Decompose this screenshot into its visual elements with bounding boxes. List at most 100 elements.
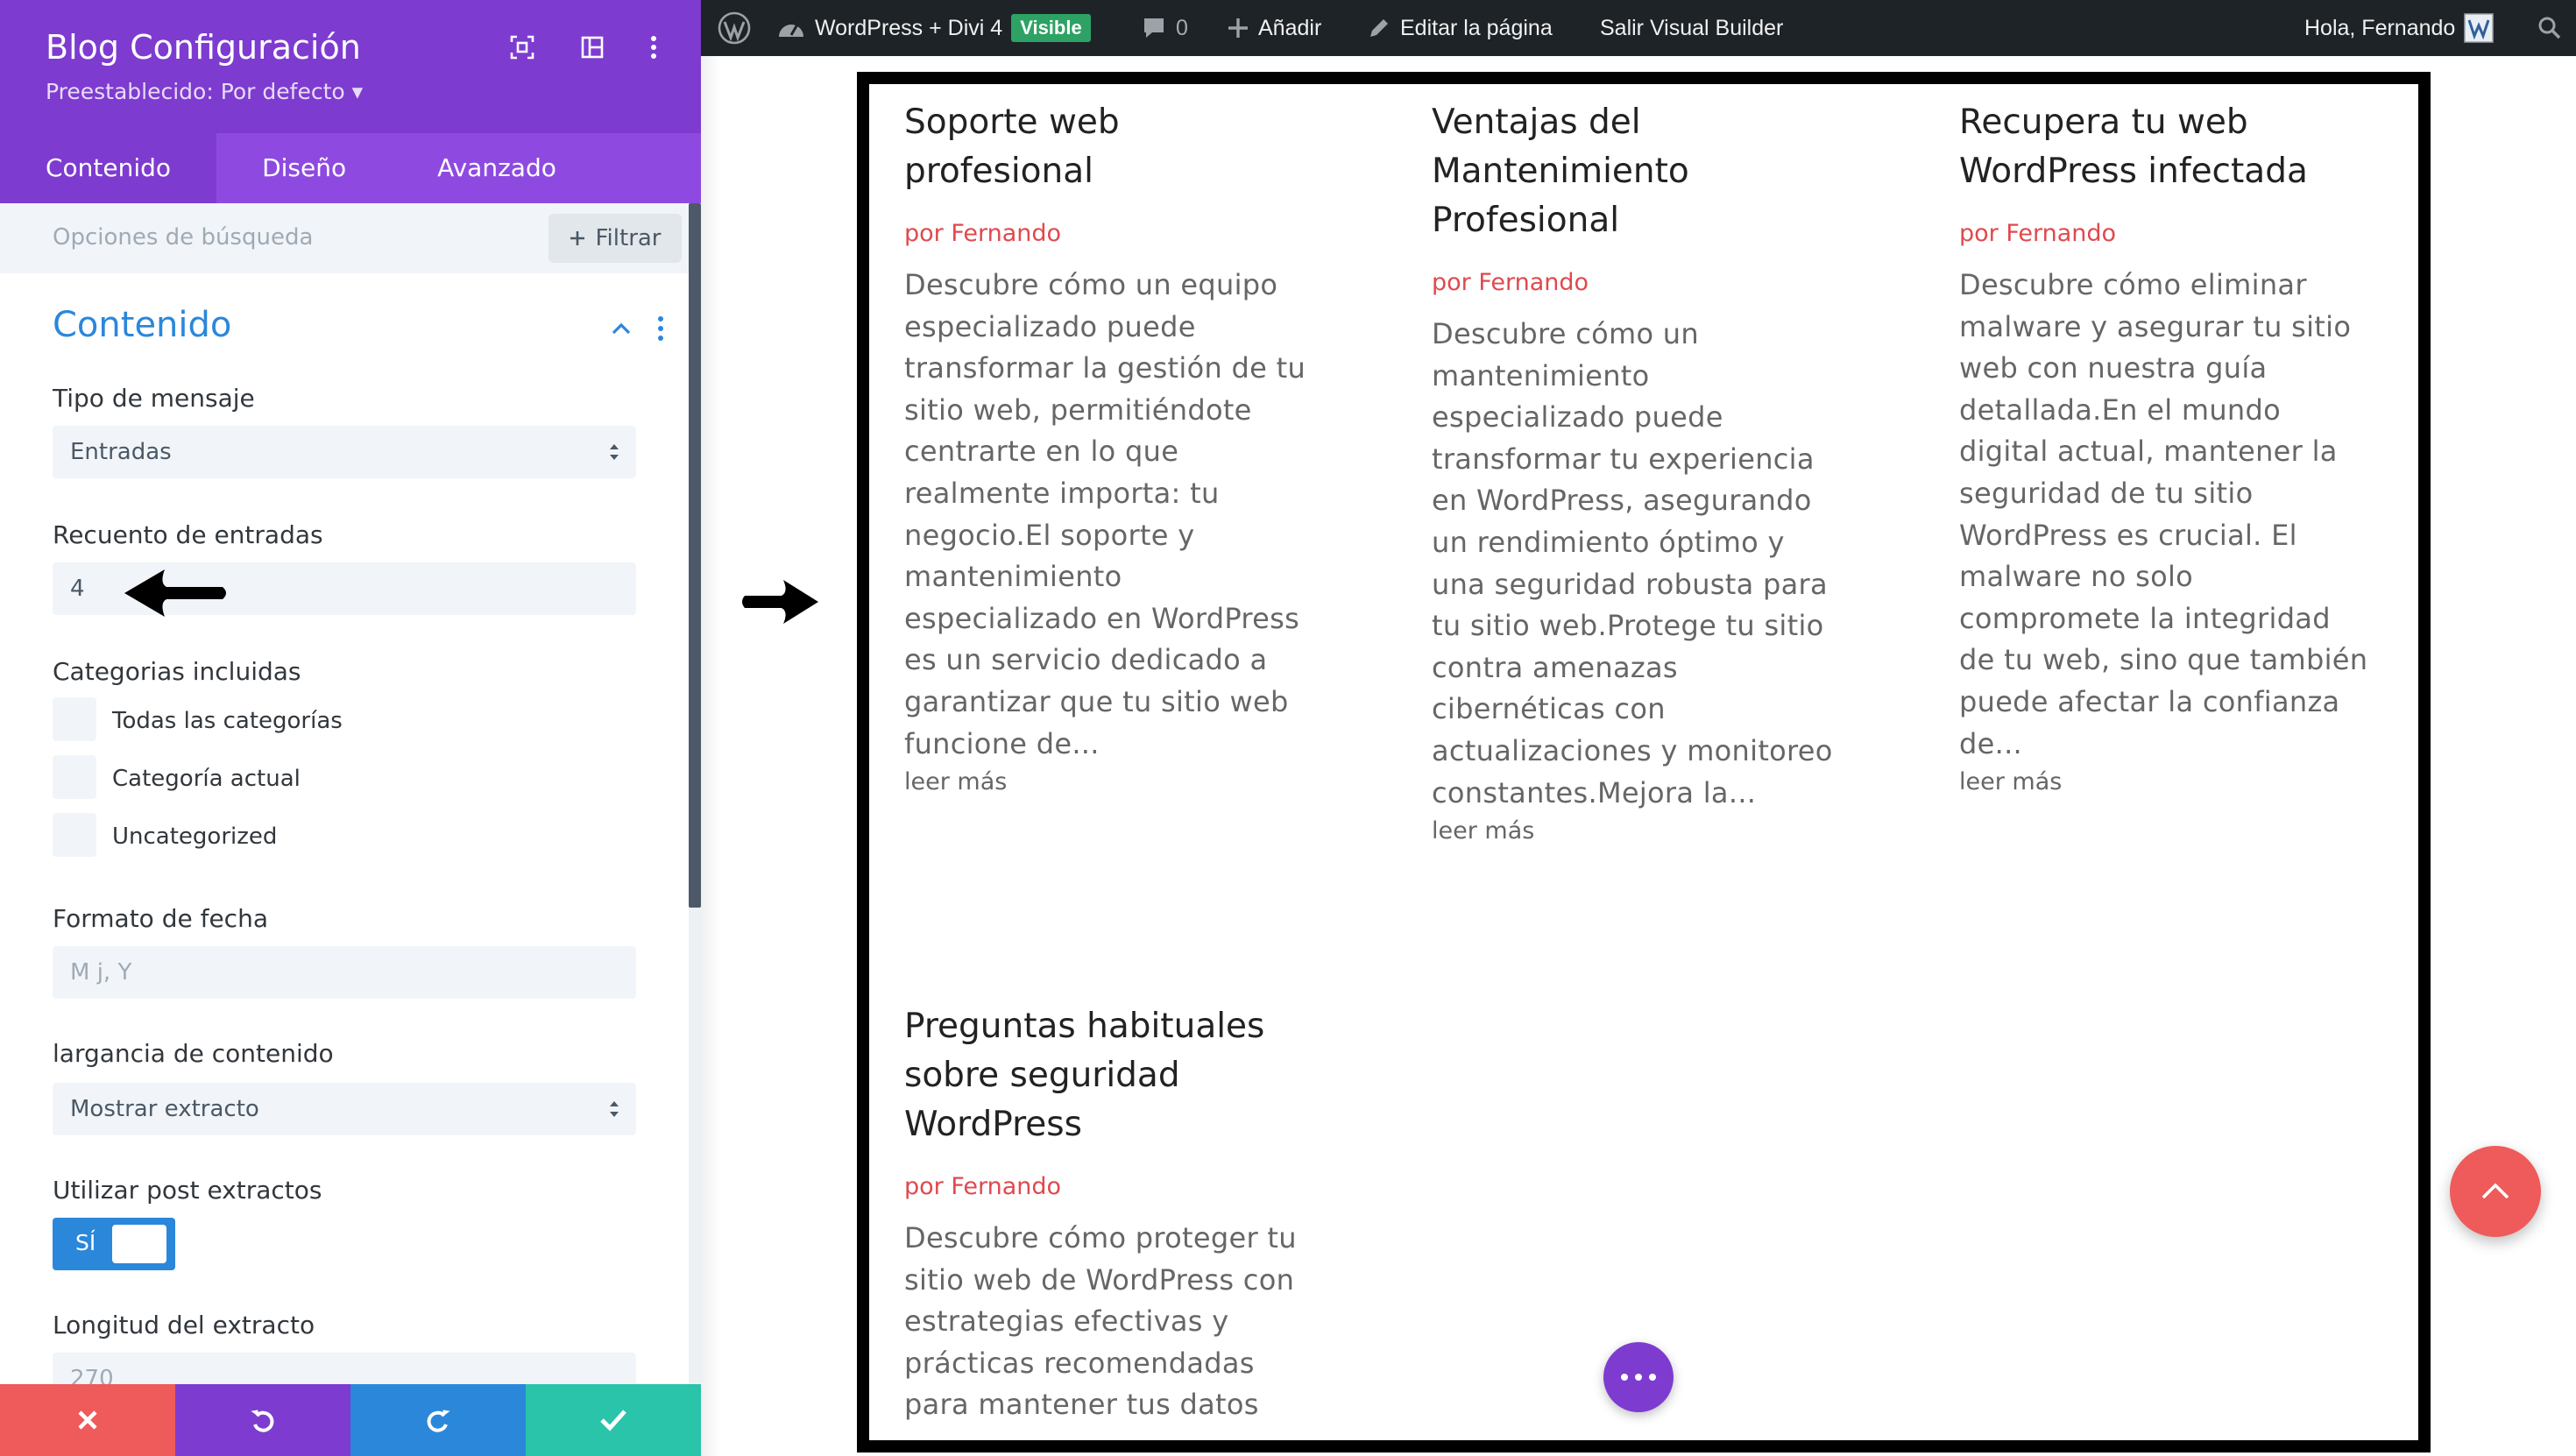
post-excerpt: Descubre cómo un equipo especializado pu… bbox=[904, 268, 1306, 760]
edit-page-link[interactable]: Editar la página bbox=[1367, 0, 1553, 56]
tab-diseno[interactable]: Diseño bbox=[216, 133, 392, 203]
visible-badge: Visible bbox=[1011, 14, 1091, 42]
panel-title: Blog Configuración bbox=[46, 28, 361, 67]
discard-button[interactable] bbox=[0, 1384, 175, 1456]
post-excerpt: Descubre cómo un mantenimiento especiali… bbox=[1432, 317, 1833, 809]
content-length-label: largancia de contenido bbox=[53, 1039, 334, 1068]
dashboard-gauge-icon bbox=[779, 24, 803, 37]
search-icon bbox=[2538, 17, 2561, 39]
post-title[interactable]: Recupera tu web WordPress infectada bbox=[1959, 98, 2371, 196]
panel-tabs: Contenido Diseño Avanzado bbox=[0, 133, 701, 203]
excerpt-length-label: Longitud del extracto bbox=[53, 1311, 315, 1339]
add-new-menu[interactable]: Añadir bbox=[1227, 0, 1321, 56]
user-account-menu[interactable]: Hola, Fernando bbox=[2304, 0, 2495, 56]
redo-button[interactable] bbox=[350, 1384, 526, 1456]
tab-avanzado[interactable]: Avanzado bbox=[392, 133, 602, 203]
blog-module-frame: Soporte web profesional por Fernando Des… bbox=[857, 72, 2431, 1452]
site-name: WordPress + Divi 4 bbox=[815, 15, 1003, 40]
blog-post-1: Soporte web profesional por Fernando Des… bbox=[904, 98, 1316, 800]
edit-page-label: Editar la página bbox=[1400, 15, 1553, 40]
panel-header: Blog Configuración Preestablecido: Por d… bbox=[0, 0, 701, 133]
close-icon bbox=[78, 1410, 97, 1430]
toggle-state-text: SÍ bbox=[75, 1230, 96, 1255]
filter-button[interactable]: Filtrar bbox=[548, 214, 682, 263]
focus-icon[interactable] bbox=[506, 32, 538, 63]
dot-icon bbox=[1635, 1374, 1642, 1381]
more-vertical-icon[interactable] bbox=[638, 32, 669, 63]
builder-settings-button[interactable] bbox=[1603, 1342, 1674, 1412]
preset-dropdown[interactable]: Preestablecido: Por defecto ▾ bbox=[46, 79, 363, 104]
options-search-input[interactable]: Opciones de búsqueda bbox=[53, 224, 313, 251]
scroll-to-top-button[interactable] bbox=[2450, 1146, 2541, 1237]
post-author[interactable]: por Fernando bbox=[904, 219, 1316, 249]
read-more-link[interactable]: leer más bbox=[1432, 814, 1844, 849]
blog-post-3: Recupera tu web WordPress infectada por … bbox=[1959, 98, 2371, 800]
pencil-icon bbox=[1370, 19, 1388, 37]
wp-admin-bar: WordPress + Divi 4 Visible 0 Añadir Edit… bbox=[701, 0, 2576, 56]
post-author[interactable]: por Fernando bbox=[904, 1172, 1316, 1202]
undo-button[interactable] bbox=[175, 1384, 350, 1456]
panel-scrollbar-thumb[interactable] bbox=[689, 203, 701, 908]
content-length-select[interactable]: Mostrar extracto bbox=[53, 1083, 636, 1135]
add-new-label: Añadir bbox=[1258, 15, 1322, 40]
category-checkbox-all[interactable] bbox=[53, 697, 96, 741]
exit-visual-builder-link[interactable]: Salir Visual Builder bbox=[1600, 0, 1783, 56]
checkmark-icon bbox=[600, 1410, 626, 1431]
category-label-current: Categoría actual bbox=[112, 766, 301, 792]
save-button[interactable] bbox=[526, 1384, 701, 1456]
post-excerpt: Descubre cómo proteger tu sitio web de W… bbox=[904, 1221, 1297, 1422]
use-excerpts-toggle[interactable]: SÍ bbox=[53, 1218, 175, 1270]
blog-post-4: Preguntas habituales sobre seguridad Wor… bbox=[904, 1002, 1316, 1426]
post-author[interactable]: por Fernando bbox=[1959, 219, 2371, 249]
options-search-row: Opciones de búsqueda Filtrar bbox=[0, 203, 689, 273]
dot-icon bbox=[1621, 1374, 1628, 1381]
content-length-value: Mostrar extracto bbox=[70, 1096, 259, 1122]
search-button[interactable] bbox=[2537, 0, 2562, 56]
settings-panel: Blog Configuración Preestablecido: Por d… bbox=[0, 0, 701, 1456]
comments-menu[interactable]: 0 bbox=[1141, 0, 1188, 56]
layout-icon[interactable] bbox=[577, 32, 608, 63]
plus-icon bbox=[1228, 18, 1248, 38]
chevron-up-icon bbox=[2481, 1183, 2509, 1199]
chevron-up-icon[interactable] bbox=[608, 315, 634, 342]
site-name-menu[interactable]: WordPress + Divi 4 Visible bbox=[776, 0, 1091, 56]
read-more-link[interactable]: leer más bbox=[1959, 765, 2371, 800]
undo-icon bbox=[251, 1410, 274, 1432]
annotation-arrow-left-icon bbox=[124, 569, 226, 617]
post-count-label: Recuento de entradas bbox=[53, 520, 323, 549]
category-checkbox-uncategorized[interactable] bbox=[53, 813, 96, 857]
post-title[interactable]: Soporte web profesional bbox=[904, 98, 1316, 196]
comment-bubble-icon bbox=[1144, 18, 1164, 38]
toggle-knob bbox=[112, 1225, 166, 1263]
post-excerpt: Descubre cómo eliminar malware y asegura… bbox=[1959, 268, 2368, 760]
filter-label: Filtrar bbox=[595, 225, 662, 251]
tab-contenido[interactable]: Contenido bbox=[0, 133, 217, 203]
post-title[interactable]: Preguntas habituales sobre seguridad Wor… bbox=[904, 1002, 1316, 1149]
comments-count: 0 bbox=[1176, 15, 1188, 40]
greeting: Hola, Fernando bbox=[2304, 15, 2456, 40]
exit-builder-label: Salir Visual Builder bbox=[1600, 15, 1784, 40]
post-type-select[interactable]: Entradas bbox=[53, 426, 636, 478]
categories-label: Categorias incluidas bbox=[53, 657, 301, 686]
section-more-icon[interactable] bbox=[650, 314, 671, 343]
annotation-arrow-right-icon bbox=[742, 580, 818, 624]
date-format-label: Formato de fecha bbox=[53, 904, 268, 933]
avatar bbox=[2464, 13, 2495, 43]
post-title[interactable]: Ventajas del Mantenimiento Profesional bbox=[1432, 98, 1844, 245]
blog-post-2: Ventajas del Mantenimiento Profesional p… bbox=[1432, 98, 1844, 849]
select-arrows-icon bbox=[610, 444, 619, 460]
post-author[interactable]: por Fernando bbox=[1432, 268, 1844, 298]
read-more-link[interactable]: leer más bbox=[904, 765, 1316, 800]
post-type-label: Tipo de mensaje bbox=[53, 384, 255, 413]
section-title[interactable]: Contenido bbox=[53, 305, 231, 345]
use-excerpts-label: Utilizar post extractos bbox=[53, 1176, 322, 1205]
category-checkbox-current[interactable] bbox=[53, 755, 96, 799]
category-label-uncategorized: Uncategorized bbox=[112, 823, 278, 850]
wp-logo-menu[interactable] bbox=[717, 0, 752, 56]
panel-shadow bbox=[701, 56, 720, 1456]
date-format-input[interactable]: M j, Y bbox=[53, 946, 636, 999]
plus-icon bbox=[570, 231, 585, 245]
post-count-value: 4 bbox=[70, 576, 85, 602]
panel-footer bbox=[0, 1384, 701, 1456]
category-label-all: Todas las categorías bbox=[112, 708, 343, 734]
